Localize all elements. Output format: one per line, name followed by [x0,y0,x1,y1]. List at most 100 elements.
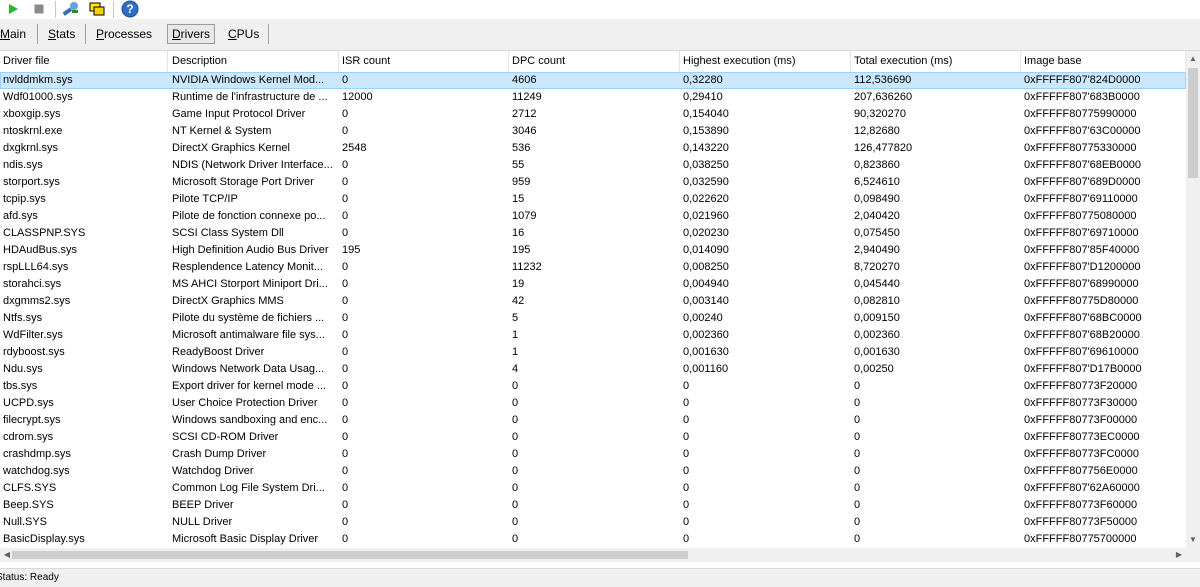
isr-count-cell: 0 [342,482,349,494]
table-row[interactable]: Null.SYS NULL Driver 0 0 0 0 0xFFFFF80773F5000… [0,514,1186,531]
tab-drivers[interactable]: Drivers [167,24,216,44]
description-cell: Resplendence Latency Monit... [172,261,324,273]
table-row[interactable]: nvlddmkm.sys NVIDIA Windows Kernel Mod...… [0,72,1186,89]
column-header-driver-file[interactable]: Driver file [0,51,168,72]
windows-button[interactable] [86,0,108,18]
isr-count-cell: 0 [342,295,349,307]
dpc-count-cell: 4 [512,363,519,375]
description-cell: SCSI Class System Dll [172,227,284,239]
scroll-up-icon[interactable]: ▲ [1186,52,1200,66]
highest-execution-cell: 0,008250 [683,261,729,273]
table-row[interactable]: storport.sys Microsoft Storage Port Drive… [0,174,1186,191]
description-cell: Microsoft Storage Port Driver [172,176,314,188]
table-row[interactable]: afd.sys Pilote de fonction connexe po... 0… [0,208,1186,225]
total-execution-cell: 112,536690 [854,74,912,86]
total-execution-cell: 0,045440 [854,278,900,290]
horizontal-scrollbar[interactable]: ◀ ▶ [0,548,1186,562]
column-header-highest-execution[interactable]: Highest execution (ms) [680,51,851,72]
table-row[interactable]: xboxgip.sys Game Input Protocol Driver 0 27… [0,106,1186,123]
table-row[interactable]: crashdmp.sys Crash Dump Driver 0 0 0 0 0xFFFFF… [0,446,1186,463]
table-row[interactable]: ntoskrnl.exe NT Kernel & System 0 3046 0,153… [0,123,1186,140]
total-execution-cell: 0,823860 [854,159,900,171]
table-row[interactable]: tbs.sys Export driver for kernel mode ...… [0,378,1186,395]
scroll-right-icon[interactable]: ▶ [1172,548,1186,562]
image-base-cell: 0xFFFFF80773EC0000 [1024,431,1140,443]
table-row[interactable]: CLFS.SYS Common Log File System Dri... 0 0 0… [0,480,1186,497]
description-cell: NT Kernel & System [172,125,272,137]
column-header-dpc-count[interactable]: DPC count [509,51,680,72]
driver-file-cell: Beep.SYS [3,499,54,511]
tab-cpus[interactable]: CPUs [224,25,263,43]
image-base-cell: 0xFFFFF80773F20000 [1024,380,1138,392]
highest-execution-cell: 0,002360 [683,329,729,341]
drivers-table[interactable]: Driver file Description ISR count DPC co… [0,51,1200,548]
scroll-down-icon[interactable]: ▼ [1186,533,1200,547]
start-button[interactable] [4,0,22,18]
table-row[interactable]: UCPD.sys User Choice Protection Driver 0 0 0… [0,395,1186,412]
tab-stats[interactable]: Stats [44,25,79,43]
table-row[interactable]: dxgmms2.sys DirectX Graphics MMS 0 42 0,0031… [0,293,1186,310]
total-execution-cell: 0 [854,448,861,460]
driver-file-cell: crashdmp.sys [3,448,71,460]
isr-count-cell: 0 [342,380,349,392]
table-row[interactable]: filecrypt.sys Windows sandboxing and enc.… [0,412,1186,429]
tab-main[interactable]: Main [0,25,30,43]
column-header-isr-count[interactable]: ISR count [339,51,509,72]
description-cell: Watchdog Driver [172,465,254,477]
total-execution-cell: 0 [854,397,861,409]
column-header-description[interactable]: Description [169,51,339,72]
description-cell: User Choice Protection Driver [172,397,318,409]
table-row[interactable]: cdrom.sys SCSI CD-ROM Driver 0 0 0 0 0xFFFFF80… [0,429,1186,446]
dpc-count-cell: 55 [512,159,525,171]
highest-execution-cell: 0 [683,533,690,545]
tab-label: CPUs [228,27,260,41]
isr-count-cell: 0 [342,346,349,358]
table-row[interactable]: dxgkrnl.sys DirectX Graphics Kernel 2548 53… [0,140,1186,157]
table-row[interactable]: storahci.sys MS AHCI Storport Miniport Dr… [0,276,1186,293]
tab-separator [85,24,86,44]
driver-file-cell: xboxgip.sys [3,108,61,120]
description-cell: Game Input Protocol Driver [172,108,306,120]
table-row[interactable]: Ndu.sys Windows Network Data Usag... 0 4 0,0… [0,361,1186,378]
isr-count-cell: 0 [342,533,349,545]
help-button[interactable]: ? [119,0,141,18]
total-execution-cell: 2,940490 [854,244,900,256]
table-row[interactable]: HDAudBus.sys High Definition Audio Bus Dr… [0,242,1186,259]
image-base-cell: 0xFFFFF807'68B20000 [1024,329,1140,341]
table-row[interactable]: rdyboost.sys ReadyBoost Driver 0 1 0,001630 0… [0,344,1186,361]
highest-execution-cell: 0,154040 [683,108,729,120]
total-execution-cell: 207,636260 [854,91,913,103]
total-execution-cell: 0,002360 [854,329,900,341]
driver-file-cell: storahci.sys [3,278,62,290]
table-row[interactable]: WdFilter.sys Microsoft antimalware file s… [0,327,1186,344]
highest-execution-cell: 0 [683,448,690,460]
table-row[interactable]: watchdog.sys Watchdog Driver 0 0 0 0 0xFFFFF80… [0,463,1186,480]
tools-icon [62,2,78,16]
isr-count-cell: 0 [342,125,349,137]
isr-count-cell: 2548 [342,142,367,154]
table-row[interactable]: Beep.SYS BEEP Driver 0 0 0 0 0xFFFFF80773F6000… [0,497,1186,514]
table-row[interactable]: rspLLL64.sys Resplendence Latency Monit..… [0,259,1186,276]
vertical-scroll-thumb[interactable] [1188,68,1198,178]
table-row[interactable]: BasicDisplay.sys Microsoft Basic Display … [0,531,1186,548]
description-cell: Crash Dump Driver [172,448,267,460]
table-row[interactable]: ndis.sys NDIS (Network Driver Interface..… [0,157,1186,174]
vertical-scrollbar[interactable]: ▲ ▼ [1186,51,1200,548]
isr-count-cell: 0 [342,176,349,188]
table-row[interactable]: Wdf01000.sys Runtime de l'infrastructure … [0,89,1186,106]
total-execution-cell: 0,098490 [854,193,900,205]
tab-processes[interactable]: Processes [92,25,156,43]
column-header-total-execution[interactable]: Total execution (ms) [851,51,1021,72]
table-row[interactable]: Ntfs.sys Pilote du système de fichiers ..… [0,310,1186,327]
image-base-cell: 0xFFFFF80775700000 [1024,533,1137,545]
table-row[interactable]: tcpip.sys Pilote TCP/IP 0 15 0,022620 0,09849… [0,191,1186,208]
total-execution-cell: 0 [854,380,861,392]
horizontal-scroll-thumb[interactable] [12,551,688,559]
description-cell: Windows sandboxing and enc... [172,414,328,426]
column-header-image-base[interactable]: Image base [1021,51,1186,72]
image-base-cell: 0xFFFFF807'68EB0000 [1024,159,1142,171]
table-row[interactable]: CLASSPNP.SYS SCSI Class System Dll 0 16 0,02… [0,225,1186,242]
isr-count-cell: 0 [342,227,349,239]
tools-button[interactable] [60,0,82,18]
stop-button[interactable] [30,0,48,18]
